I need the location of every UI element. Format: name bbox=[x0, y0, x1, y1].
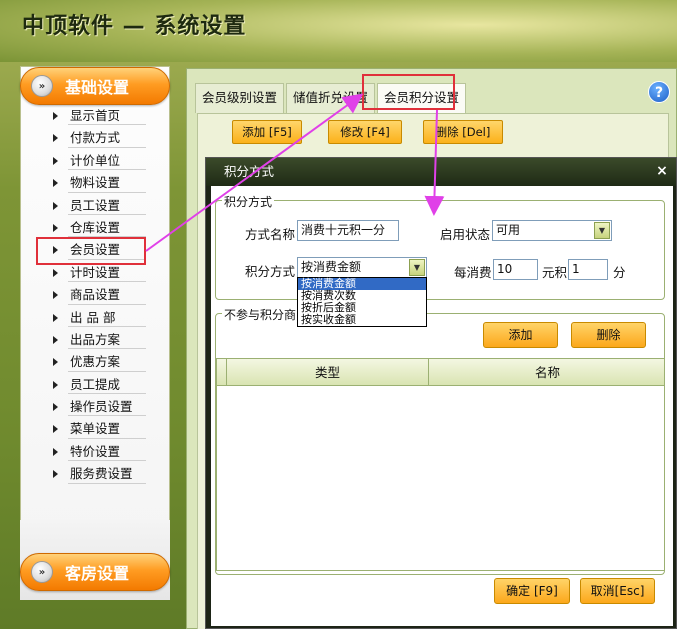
basic-settings-label: 基础设置 bbox=[65, 78, 130, 97]
sidebar-item-label: 出 品 部 bbox=[70, 309, 116, 325]
arrow-right-icon bbox=[53, 246, 58, 255]
sidebar-item-label: 出品方案 bbox=[70, 331, 121, 347]
sidebar-item-label: 菜单设置 bbox=[70, 421, 121, 437]
tab-stored-value[interactable]: 储值折兑设置 bbox=[286, 83, 376, 113]
per-spend-label: 每消费 bbox=[454, 265, 492, 280]
points-method-dropdown: 按消费金额 按消费次数 按折后金额 按实收金额 bbox=[297, 277, 427, 327]
arrow-right-icon bbox=[53, 403, 58, 412]
tab-member-level[interactable]: 会员级别设置 bbox=[195, 83, 285, 113]
status-select[interactable]: 可用 ▼ bbox=[492, 220, 612, 241]
dialog-title: 积分方式 bbox=[206, 158, 676, 186]
table-header: 类型 名称 bbox=[217, 359, 664, 386]
sidebar-item-special-price[interactable]: 特价设置 bbox=[20, 441, 170, 463]
delete-button[interactable]: 删除 [Del] bbox=[423, 120, 503, 144]
chevron-down-icon: ▼ bbox=[409, 259, 425, 276]
sidebar-item-label: 会员设置 bbox=[70, 242, 121, 258]
yuan-label: 元积 bbox=[542, 265, 568, 280]
add-button[interactable]: 添加 [F5] bbox=[232, 120, 302, 144]
row-handle-column bbox=[217, 359, 227, 386]
cancel-button[interactable]: 取消[Esc] bbox=[580, 578, 655, 604]
points-method-select[interactable]: 按消费金额 ▼ bbox=[297, 257, 427, 278]
sidebar-item-label: 付款方式 bbox=[70, 130, 121, 146]
points-input[interactable]: 1 bbox=[568, 259, 608, 280]
sidebar-item-output-plan[interactable]: 出品方案 bbox=[20, 329, 170, 351]
room-settings-button[interactable]: » 客房设置 bbox=[20, 553, 170, 591]
app-header: 中顶软件 — 系统设置 bbox=[0, 0, 677, 62]
sidebar-item-label: 显示首页 bbox=[70, 108, 121, 123]
method-name-label: 方式名称 bbox=[245, 227, 296, 242]
arrow-right-icon bbox=[53, 313, 58, 322]
sidebar-item-label: 物料设置 bbox=[70, 175, 121, 191]
sidebar-item-service-fee[interactable]: 服务费设置 bbox=[20, 463, 170, 485]
arrow-right-icon bbox=[53, 156, 58, 165]
arrow-right-icon bbox=[53, 268, 58, 277]
sidebar-item-label: 员工设置 bbox=[70, 197, 121, 213]
sidebar-item-label: 特价设置 bbox=[70, 443, 121, 459]
tab-member-points[interactable]: 会员积分设置 bbox=[377, 83, 467, 113]
arrow-right-icon bbox=[53, 447, 58, 456]
sidebar-menu: 显示首页 付款方式 计价单位 物料设置 员工设置 仓库设置 会员设置 计时设置 … bbox=[20, 105, 170, 486]
sidebar-item-commission[interactable]: 员工提成 bbox=[20, 374, 170, 396]
status-label: 启用状态 bbox=[440, 227, 491, 242]
points-unit-label: 分 bbox=[613, 265, 626, 280]
sidebar-item-menu[interactable]: 菜单设置 bbox=[20, 418, 170, 440]
points-method-group: 积分方式 bbox=[215, 193, 665, 300]
sidebar-item-payment[interactable]: 付款方式 bbox=[20, 127, 170, 149]
sidebar-item-label: 员工提成 bbox=[70, 376, 121, 392]
arrow-right-icon bbox=[53, 223, 58, 232]
sidebar-item-unit[interactable]: 计价单位 bbox=[20, 150, 170, 172]
ok-button[interactable]: 确定 [F9] bbox=[494, 578, 570, 604]
arrow-right-icon bbox=[53, 134, 58, 143]
close-icon[interactable]: × bbox=[654, 163, 670, 179]
per-spend-input[interactable]: 10 bbox=[493, 259, 538, 280]
group-title: 积分方式 bbox=[222, 193, 275, 210]
dropdown-option[interactable]: 按实收金额 bbox=[298, 314, 426, 326]
arrow-right-icon bbox=[53, 425, 58, 434]
arrow-right-icon bbox=[53, 201, 58, 210]
sidebar-item-staff[interactable]: 员工设置 bbox=[20, 195, 170, 217]
double-arrow-icon: » bbox=[31, 561, 53, 583]
sidebar-item-label: 服务费设置 bbox=[70, 466, 133, 482]
sidebar-item-label: 计价单位 bbox=[70, 152, 121, 168]
status-value: 可用 bbox=[496, 223, 521, 237]
column-type[interactable]: 类型 bbox=[227, 359, 429, 386]
sidebar-item-label: 操作员设置 bbox=[70, 399, 133, 415]
app-title: 中顶软件 — 系统设置 bbox=[22, 14, 247, 39]
sidebar-item-label: 计时设置 bbox=[70, 264, 121, 280]
double-arrow-icon: » bbox=[31, 75, 53, 97]
method-name-input[interactable]: 消费十元积一分 bbox=[297, 220, 399, 241]
sidebar-item-label: 仓库设置 bbox=[70, 219, 121, 235]
sidebar-item-product[interactable]: 商品设置 bbox=[20, 284, 170, 306]
basic-settings-button[interactable]: » 基础设置 bbox=[20, 67, 170, 105]
add-product-button[interactable]: 添加 bbox=[483, 322, 558, 348]
sidebar-item-label: 优惠方案 bbox=[70, 354, 121, 370]
sidebar-item-operator[interactable]: 操作员设置 bbox=[20, 396, 170, 418]
points-method-label: 积分方式 bbox=[245, 264, 296, 279]
sidebar-item-material[interactable]: 物料设置 bbox=[20, 172, 170, 194]
arrow-right-icon bbox=[53, 358, 58, 367]
arrow-right-icon bbox=[53, 291, 58, 300]
sidebar-item-discount-plan[interactable]: 优惠方案 bbox=[20, 351, 170, 373]
edit-button[interactable]: 修改 [F4] bbox=[328, 120, 402, 144]
sidebar-item-label: 商品设置 bbox=[70, 287, 121, 303]
sidebar-item-home[interactable]: 显示首页 bbox=[20, 105, 170, 127]
tab-bar: 会员级别设置 储值折兑设置 会员积分设置 bbox=[187, 79, 677, 113]
sidebar-item-timing[interactable]: 计时设置 bbox=[20, 262, 170, 284]
arrow-right-icon bbox=[53, 179, 58, 188]
column-name[interactable]: 名称 bbox=[429, 359, 666, 386]
room-settings-label: 客房设置 bbox=[65, 564, 130, 583]
sidebar-item-member[interactable]: 会员设置 bbox=[20, 239, 170, 261]
points-method-value: 按消费金额 bbox=[301, 260, 362, 274]
arrow-right-icon bbox=[53, 335, 58, 344]
sidebar-item-output-dept[interactable]: 出 品 部 bbox=[20, 307, 170, 329]
delete-product-button[interactable]: 删除 bbox=[571, 322, 646, 348]
chevron-down-icon: ▼ bbox=[594, 222, 610, 239]
excluded-products-table: 类型 名称 bbox=[216, 358, 665, 571]
help-icon[interactable]: ? bbox=[648, 81, 670, 103]
arrow-right-icon bbox=[53, 470, 58, 479]
sidebar-item-warehouse[interactable]: 仓库设置 bbox=[20, 217, 170, 239]
arrow-right-icon bbox=[53, 380, 58, 389]
arrow-right-icon bbox=[53, 112, 58, 120]
